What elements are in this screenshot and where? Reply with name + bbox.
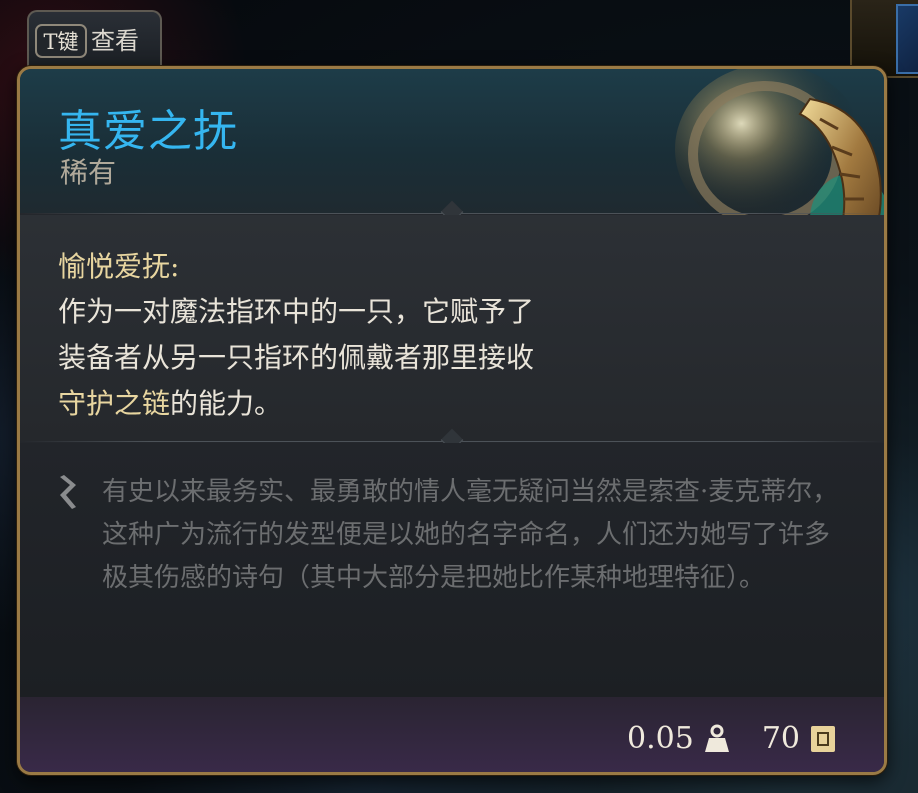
keyword-link[interactable]: 守护之链 xyxy=(58,387,170,420)
item-rarity: 稀有 xyxy=(60,156,117,189)
inventory-slot xyxy=(896,4,918,74)
item-name: 真爱之抚 xyxy=(58,106,238,157)
quill-icon xyxy=(60,475,76,509)
examine-key-hint[interactable]: T键 查看 xyxy=(27,10,162,72)
effect-line: 作为一对魔法指环中的一只，它赋予了 xyxy=(58,295,535,328)
tooltip-footer: 0.05 70 xyxy=(20,697,884,772)
effect-line: 装备者从另一只指环的佩戴者那里接收 xyxy=(58,341,535,374)
lore-section: 有史以来最务实、最勇敢的情人毫无疑问当然是索查·麦克蒂尔，这种广为流行的发型便是… xyxy=(20,443,884,697)
item-value: 70 xyxy=(761,721,800,756)
item-tooltip: 真爱之抚 稀有 愉悦爱抚: 作为一对魔法指环中的一只，它赋予了 装备者从另一只指 xyxy=(17,66,887,775)
weight-icon xyxy=(704,724,729,752)
effect-line-tail: 的能力。 xyxy=(170,387,283,420)
gold-coin-icon xyxy=(811,725,835,752)
lore-text: 有史以来最务实、最勇敢的情人毫无疑问当然是索查·麦克蒂尔，这种广为流行的发型便是… xyxy=(102,477,839,593)
item-weight: 0.05 xyxy=(627,721,694,756)
t-key-badge: T键 xyxy=(35,24,87,58)
examine-label: 查看 xyxy=(91,27,139,55)
effect-description: 作为一对魔法指环中的一只，它赋予了 装备者从另一只指环的佩戴者那里接收 守护之链… xyxy=(58,289,658,427)
effect-section: 愉悦爱抚: 作为一对魔法指环中的一只，它赋予了 装备者从另一只指环的佩戴者那里接… xyxy=(20,215,884,441)
effect-title: 愉悦爱抚: xyxy=(58,250,180,283)
effect-line: 守护之链的能力。 xyxy=(58,381,658,427)
